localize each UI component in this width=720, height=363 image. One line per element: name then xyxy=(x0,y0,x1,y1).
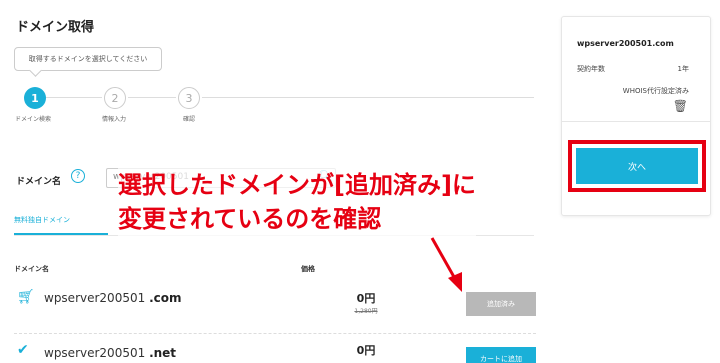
annotation-arrow xyxy=(430,237,462,292)
